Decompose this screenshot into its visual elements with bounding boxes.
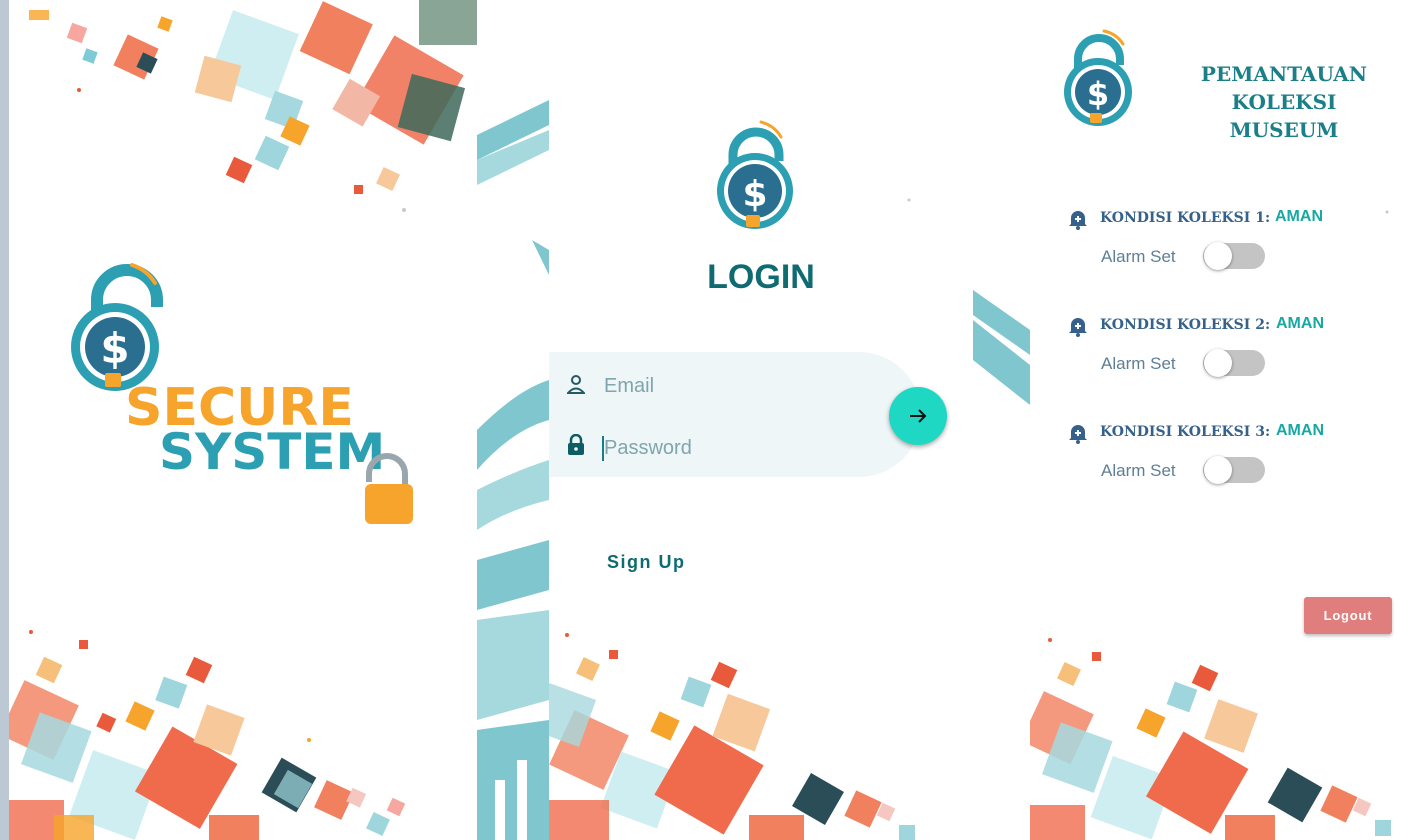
svg-text:$: $ (1087, 75, 1109, 113)
password-field[interactable]: Password (604, 428, 864, 468)
person-icon (567, 375, 585, 394)
login-submit-button[interactable] (889, 387, 947, 445)
left-edge-strip (0, 0, 9, 840)
kondisi-label: KONDISI KOLEKSI 3: (1100, 424, 1271, 440)
kondisi-label: KONDISI KOLEKSI 1: (1100, 210, 1271, 226)
logout-button[interactable]: Logout (1304, 597, 1392, 634)
alarm-toggle-1[interactable] (1203, 242, 1265, 270)
teal-stripe-decoration (477, 100, 549, 840)
kondisi-status: AMAN (1275, 208, 1323, 225)
svg-text:$: $ (742, 174, 767, 215)
password-placeholder: Password (604, 437, 692, 459)
dashboard-title-line2: MUSEUM (1229, 118, 1339, 142)
login-title: LOGIN (707, 258, 815, 296)
kondisi-status: AMAN (1276, 422, 1324, 439)
toggle-knob (1204, 242, 1232, 270)
alarm-set-label: Alarm Set (1101, 354, 1176, 373)
padlock-icon (365, 453, 413, 524)
arrow-right-icon (910, 409, 927, 423)
app-logo: $ (717, 120, 793, 229)
bell-plus-icon (1069, 318, 1087, 337)
alarm-set-label: Alarm Set (1101, 247, 1176, 266)
kondisi-label: KONDISI KOLEKSI 2: (1100, 317, 1271, 333)
app-logo-small: $ (1064, 29, 1132, 126)
kondisi-item-3: KONDISI KOLEKSI 3: AMAN Alarm Set (1030, 422, 1403, 522)
lock-icon (568, 434, 584, 455)
kondisi-item-1: KONDISI KOLEKSI 1: AMAN Alarm Set (1030, 208, 1403, 308)
brand-wordmark-system: SYSTEM (159, 423, 386, 481)
teal-stripe-decoration-2 (973, 290, 1030, 405)
dashboard-screen: $ PEMANTAUAN KOLEKSI MUSEUM KONDISI KOLE… (1030, 0, 1403, 840)
toggle-knob (1204, 349, 1232, 377)
alarm-toggle-2[interactable] (1203, 349, 1265, 377)
background-pattern-strip (477, 0, 549, 840)
bell-plus-icon (1069, 211, 1087, 230)
dashboard-title: PEMANTAUAN KOLEKSI MUSEUM (1154, 60, 1403, 144)
text-cursor (602, 436, 604, 461)
email-placeholder: Email (604, 375, 655, 397)
bell-plus-icon (1069, 425, 1087, 444)
kondisi-item-2: KONDISI KOLEKSI 2: AMAN Alarm Set (1030, 315, 1403, 415)
sign-up-link[interactable]: Sign Up (607, 552, 686, 573)
background-pattern-strip-2 (973, 0, 1030, 840)
splash-screen: $ SECURE SYSTEM (9, 0, 477, 840)
svg-text:$: $ (100, 324, 129, 373)
toggle-knob (1204, 456, 1232, 484)
login-form-card: Email Password (549, 352, 921, 477)
kondisi-status: AMAN (1276, 315, 1324, 332)
dashboard-title-line1: PEMANTAUAN KOLEKSI (1200, 62, 1368, 114)
login-screen: $ LOGIN Email Password Sign Up (549, 0, 973, 840)
alarm-set-label: Alarm Set (1101, 461, 1176, 480)
email-field[interactable]: Email (604, 366, 864, 406)
alarm-toggle-3[interactable] (1203, 456, 1265, 484)
